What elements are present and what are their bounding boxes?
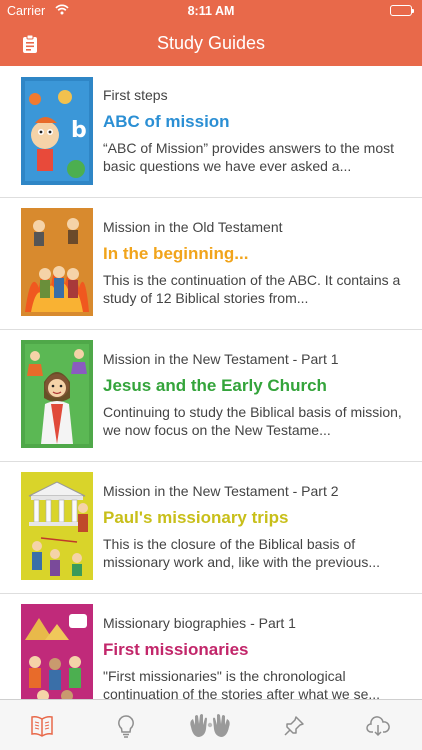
guide-row-pauls-missionary-trips[interactable]: Mission in the New Testament - Part 2 Pa… <box>0 462 422 594</box>
pin-icon <box>283 715 305 737</box>
guide-description: Continuing to study the Biblical basis o… <box>103 404 402 438</box>
tab-bar <box>0 699 422 750</box>
tab-downloads[interactable] <box>336 700 420 750</box>
guide-list: b First steps ABC of mission “ABC of Mis… <box>0 66 422 699</box>
guide-description: This is the closure of the Biblical basi… <box>103 536 380 570</box>
lightbulb-icon <box>116 714 136 738</box>
guide-title: First missionaries <box>103 640 249 659</box>
guide-cover-image <box>21 208 93 316</box>
guide-row-first-missionaries[interactable]: Missionary biographies - Part 1 First mi… <box>0 594 422 699</box>
hands-icon <box>187 713 233 739</box>
battery-icon <box>390 5 414 16</box>
guide-category: Mission in the New Testament - Part 2 <box>103 483 339 499</box>
guide-cover-image: b <box>21 77 93 185</box>
guide-title: In the beginning... <box>103 244 249 263</box>
book-icon <box>30 715 54 737</box>
tab-study-guides[interactable] <box>0 700 84 750</box>
guide-cover-image <box>21 472 93 580</box>
status-time: 8:11 AM <box>187 4 235 18</box>
guide-category: Mission in the New Testament - Part 1 <box>103 351 339 367</box>
guide-cover-image <box>21 604 93 699</box>
status-bar: Carrier 8:11 AM <box>0 0 422 22</box>
tab-pinned[interactable] <box>252 700 336 750</box>
guide-row-abc-of-mission[interactable]: b First steps ABC of mission “ABC of Mis… <box>0 66 422 198</box>
guide-cover-image <box>21 340 93 448</box>
navigation-bar: Study Guides <box>0 22 422 66</box>
guide-description: This is the continuation of the ABC. It … <box>103 272 401 306</box>
guide-title: Jesus and the Early Church <box>103 376 327 395</box>
guide-description: “ABC of Mission” provides answers to the… <box>103 140 394 174</box>
guide-row-jesus-and-the-early-church[interactable]: Mission in the New Testament - Part 1 Je… <box>0 330 422 462</box>
guide-row-in-the-beginning[interactable]: Mission in the Old Testament In the begi… <box>0 198 422 330</box>
tab-community[interactable] <box>168 700 252 750</box>
guide-category: Missionary biographies - Part 1 <box>103 615 296 631</box>
tab-ideas[interactable] <box>84 700 168 750</box>
guide-category: Mission in the Old Testament <box>103 219 283 235</box>
svg-text:b: b <box>71 118 87 143</box>
guide-title: ABC of mission <box>103 112 230 131</box>
guide-category: First steps <box>103 87 168 103</box>
page-title: Study Guides <box>156 33 266 53</box>
cloud-download-icon <box>366 715 390 737</box>
guide-title: Paul's missionary trips <box>103 508 289 527</box>
guide-description: "First missionaries" is the chronologica… <box>103 668 381 699</box>
